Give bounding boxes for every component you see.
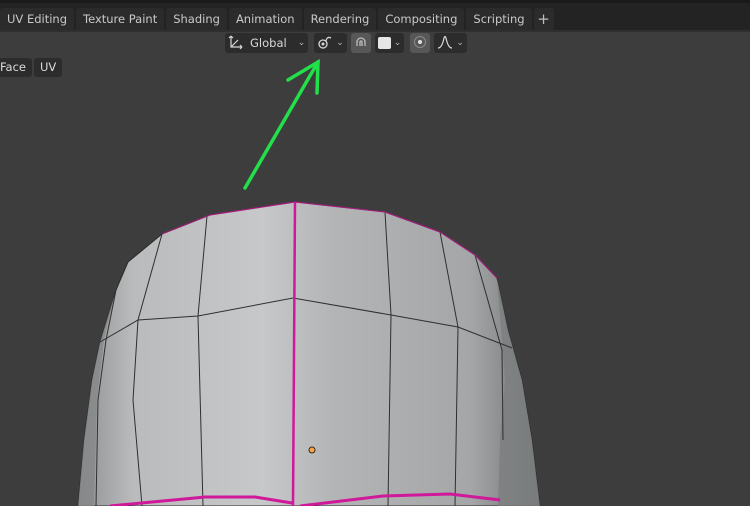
tab-animation[interactable]: Animation [228, 8, 302, 30]
chevron-down-icon: ⌄ [393, 38, 402, 48]
object-origin-dot [308, 446, 316, 454]
chevron-down-icon: ⌄ [456, 38, 464, 48]
falloff-smooth-curve-icon [437, 34, 453, 53]
orientation-value: Global [250, 36, 287, 50]
pivot-point-dropdown[interactable]: ⌄ [314, 33, 347, 53]
face-select-button[interactable]: Face [0, 58, 33, 77]
workspace-topbar: UV Editing Texture Paint Shading Animati… [0, 0, 750, 30]
tab-compositing[interactable]: Compositing [378, 8, 465, 30]
falloff-dropdown[interactable]: ⌄ [434, 33, 467, 53]
tab-scripting[interactable]: Scripting [466, 8, 532, 30]
mesh-scene [77, 58, 541, 506]
snap-magnet-icon [353, 34, 369, 53]
tab-uv-editing[interactable]: UV Editing [0, 8, 74, 30]
tab-rendering[interactable]: Rendering [303, 8, 377, 30]
add-workspace-button[interactable]: + [533, 8, 554, 30]
pivot-point-icon [317, 34, 333, 53]
annotation-arrow [243, 58, 320, 190]
3d-viewport[interactable]: Face UV [0, 32, 750, 506]
mesh-body [77, 201, 541, 506]
snap-toggle[interactable] [350, 33, 371, 53]
snap-increment-square-icon [377, 37, 391, 49]
tab-shading[interactable]: Shading [166, 8, 227, 30]
transform-orientation-icon [228, 34, 244, 53]
uv-mode-buttons: Face UV [0, 58, 63, 77]
proportional-editing-icon [412, 34, 428, 53]
transform-orientation-dropdown[interactable]: Global ⌄ [225, 33, 309, 53]
chevron-down-icon: ⌄ [297, 38, 306, 48]
snap-target-dropdown[interactable]: ⌄ [374, 33, 405, 53]
uv-menu-button[interactable]: UV [34, 58, 63, 77]
chevron-down-icon: ⌄ [336, 38, 344, 48]
workspace-tabs: UV Editing Texture Paint Shading Animati… [0, 8, 554, 30]
proportional-editing-toggle[interactable] [410, 33, 431, 53]
viewport-header-tools: Global ⌄ ⌄ ⌄ ⌄ [225, 33, 467, 53]
tab-texture-paint[interactable]: Texture Paint [76, 8, 165, 30]
